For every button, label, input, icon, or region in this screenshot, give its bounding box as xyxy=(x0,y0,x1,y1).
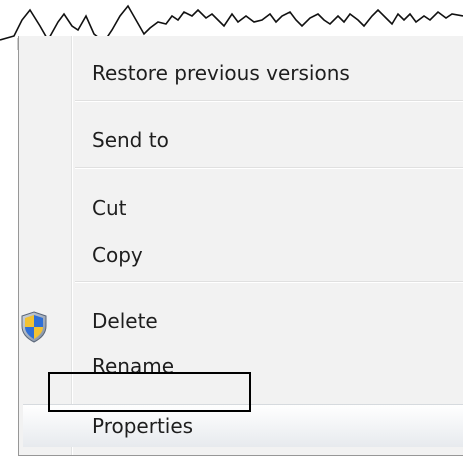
menu-separator xyxy=(75,281,463,283)
menu-item-label: Send to xyxy=(92,128,169,152)
menu-item-delete[interactable]: Delete xyxy=(19,302,463,340)
menu-item-label: Copy xyxy=(92,243,143,267)
menu-item-label: Restore previous versions xyxy=(92,61,350,85)
menu-item-label: Cut xyxy=(92,196,127,220)
uac-shield-icon xyxy=(21,311,47,343)
menu-item-send-to[interactable]: Send to xyxy=(19,121,463,159)
properties-callout-box xyxy=(48,372,251,412)
menu-item-copy[interactable]: Copy xyxy=(19,236,463,274)
menu-item-label: Properties xyxy=(92,414,194,438)
menu-item-cut[interactable]: Cut xyxy=(19,189,463,227)
menu-item-label: Delete xyxy=(92,309,158,333)
menu-separator xyxy=(75,100,463,102)
menu-separator xyxy=(75,167,463,169)
menu-item-restore-previous-versions[interactable]: Restore previous versions xyxy=(19,54,463,92)
